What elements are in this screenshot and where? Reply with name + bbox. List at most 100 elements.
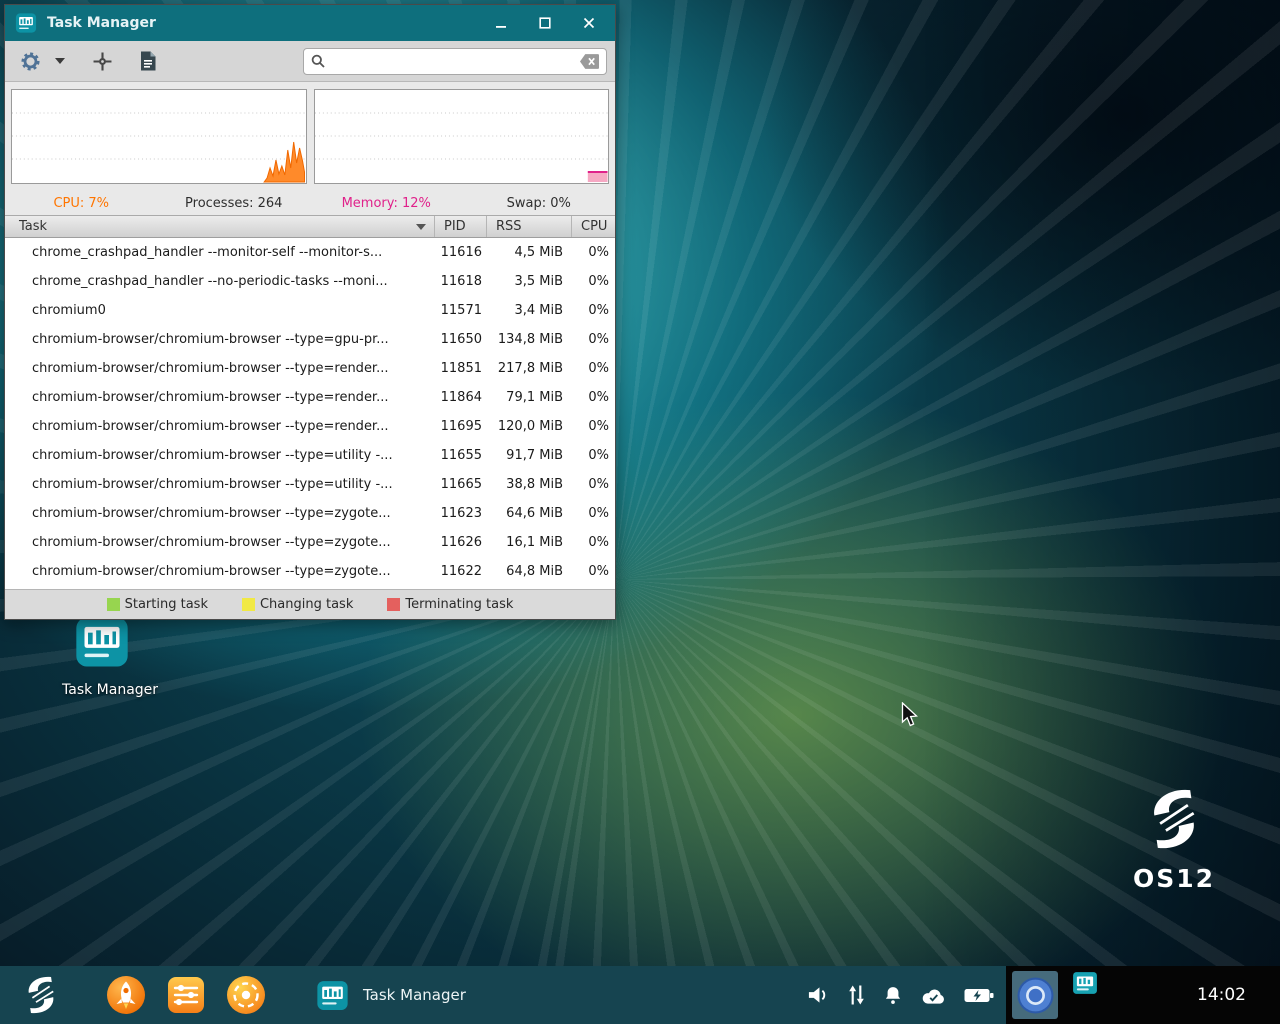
column-header-rss[interactable]: RSS [486,216,571,237]
task-cell: chromium-browser/chromium-browser --type… [5,535,434,550]
cpu-graph-plot [12,90,306,183]
stats-row: CPU: 7% Processes: 264 Memory: 12% Swap:… [5,191,615,215]
sort-descending-icon [416,224,426,230]
minimize-button[interactable] [491,13,511,33]
cpu-cell: 0% [571,419,615,434]
taskbar-right-section: 14:02 [1006,966,1280,1024]
cloud-sync-icon[interactable] [920,986,947,1005]
taskbar-task-manager-button[interactable]: Task Manager [306,966,476,1024]
cpu-cell: 0% [571,390,615,405]
pid-cell: 11650 [434,332,486,347]
system-tray [807,984,1006,1006]
pid-cell: 11655 [434,448,486,463]
cpu-cell: 0% [571,448,615,463]
table-row[interactable]: chromium-browser/chromium-browser --type… [5,557,615,586]
close-button[interactable] [579,13,599,33]
maximize-button[interactable] [535,13,555,33]
cpu-cell: 0% [571,564,615,579]
column-header-task[interactable]: Task [5,216,434,237]
rocket-launcher-icon[interactable] [106,975,146,1015]
window-titlebar[interactable]: Task Manager [5,5,615,41]
table-row[interactable]: chromium-browser/chromium-browser --type… [5,383,615,412]
task-cell: chromium-browser/chromium-browser --type… [5,564,434,579]
cpu-cell: 0% [571,303,615,318]
rss-cell: 217,8 MiB [486,361,571,376]
notifications-bell-icon[interactable] [883,984,903,1006]
memory-graph [314,89,610,184]
task-cell: chrome_crashpad_handler --monitor-self -… [5,245,434,260]
task-cell: chromium-browser/chromium-browser --type… [5,332,434,347]
terminating-task-swatch [387,598,400,611]
table-row[interactable]: chrome_crashpad_handler --no-periodic-ta… [5,267,615,296]
task-manager-window: Task Manager [4,4,616,620]
cpu-stat: CPU: 7% [5,196,158,211]
settings-dropdown-button[interactable] [48,46,72,76]
table-header: Task PID RSS CPU [5,215,615,238]
desktop-icon-label: Task Manager [62,682,142,698]
table-row[interactable]: chromium-browser/chromium-browser --type… [5,441,615,470]
starting-task-swatch [107,598,120,611]
rss-cell: 38,8 MiB [486,477,571,492]
changing-task-swatch [242,598,255,611]
task-cell: chromium-browser/chromium-browser --type… [5,361,434,376]
window-title: Task Manager [47,15,156,31]
chromium-taskbar-button[interactable] [1012,971,1058,1019]
legend-changing-task: Changing task [242,597,353,612]
settings-sliders-icon[interactable] [166,975,206,1015]
task-cell: chromium-browser/chromium-browser --type… [5,477,434,492]
rss-cell: 120,0 MiB [486,419,571,434]
memory-stat: Memory: 12% [310,196,463,211]
processes-stat: Processes: 264 [158,196,311,211]
pid-cell: 11622 [434,564,486,579]
identify-window-button[interactable] [86,46,119,76]
chevron-down-icon [55,58,65,64]
document-icon [140,51,156,71]
rss-cell: 91,7 MiB [486,448,571,463]
table-row[interactable]: chromium-browser/chromium-browser --type… [5,528,615,557]
cpu-cell: 0% [571,535,615,550]
task-table-body: chrome_crashpad_handler --monitor-self -… [5,238,615,589]
table-row[interactable]: chromium0 11571 3,4 MiB 0% [5,296,615,325]
details-button[interactable] [133,46,163,76]
pid-cell: 11571 [434,303,486,318]
swap-stat: Swap: 0% [463,196,616,211]
network-traffic-icon[interactable] [847,984,866,1006]
clock[interactable]: 14:02 [1197,985,1246,1005]
close-icon [583,17,595,29]
volume-icon[interactable] [807,985,830,1005]
app-grid-icon[interactable] [226,975,266,1015]
cpu-cell: 0% [571,506,615,521]
pid-cell: 11864 [434,390,486,405]
task-manager-icon [316,979,349,1012]
cpu-cell: 0% [571,332,615,347]
os12-menu-button[interactable] [18,972,64,1018]
table-row[interactable]: chromium-browser/chromium-browser --type… [5,325,615,354]
desktop: OS12 Task Manager Task Manager [0,0,1280,966]
search-icon [311,54,325,68]
battery-icon[interactable] [964,987,994,1004]
table-row[interactable]: chromium-browser/chromium-browser --type… [5,354,615,383]
wallpaper-os-brand: OS12 [1128,782,1220,893]
task-cell: chrome_crashpad_handler --no-periodic-ta… [5,274,434,289]
rss-cell: 64,8 MiB [486,564,571,579]
rss-cell: 3,4 MiB [486,303,571,318]
gear-icon [20,51,41,72]
monitor-graphs [5,82,615,191]
rss-cell: 4,5 MiB [486,245,571,260]
taskbar-task-label: Task Manager [363,986,466,1004]
mini-task-manager-tray-icon[interactable] [1072,970,1098,996]
pid-cell: 11665 [434,477,486,492]
table-row[interactable]: chromium-browser/chromium-browser --type… [5,470,615,499]
settings-button[interactable] [13,46,48,76]
column-header-cpu[interactable]: CPU [571,216,615,237]
pid-cell: 11695 [434,419,486,434]
clear-search-icon[interactable] [580,54,599,69]
table-row[interactable]: chromium-browser/chromium-browser --type… [5,412,615,441]
mouse-cursor [901,702,920,729]
search-input[interactable] [332,54,573,69]
table-row[interactable]: chrome_crashpad_handler --monitor-self -… [5,238,615,267]
column-header-pid[interactable]: PID [434,216,486,237]
desktop-icon-task-manager[interactable]: Task Manager [62,614,142,698]
rss-cell: 64,6 MiB [486,506,571,521]
table-row[interactable]: chromium-browser/chromium-browser --type… [5,499,615,528]
